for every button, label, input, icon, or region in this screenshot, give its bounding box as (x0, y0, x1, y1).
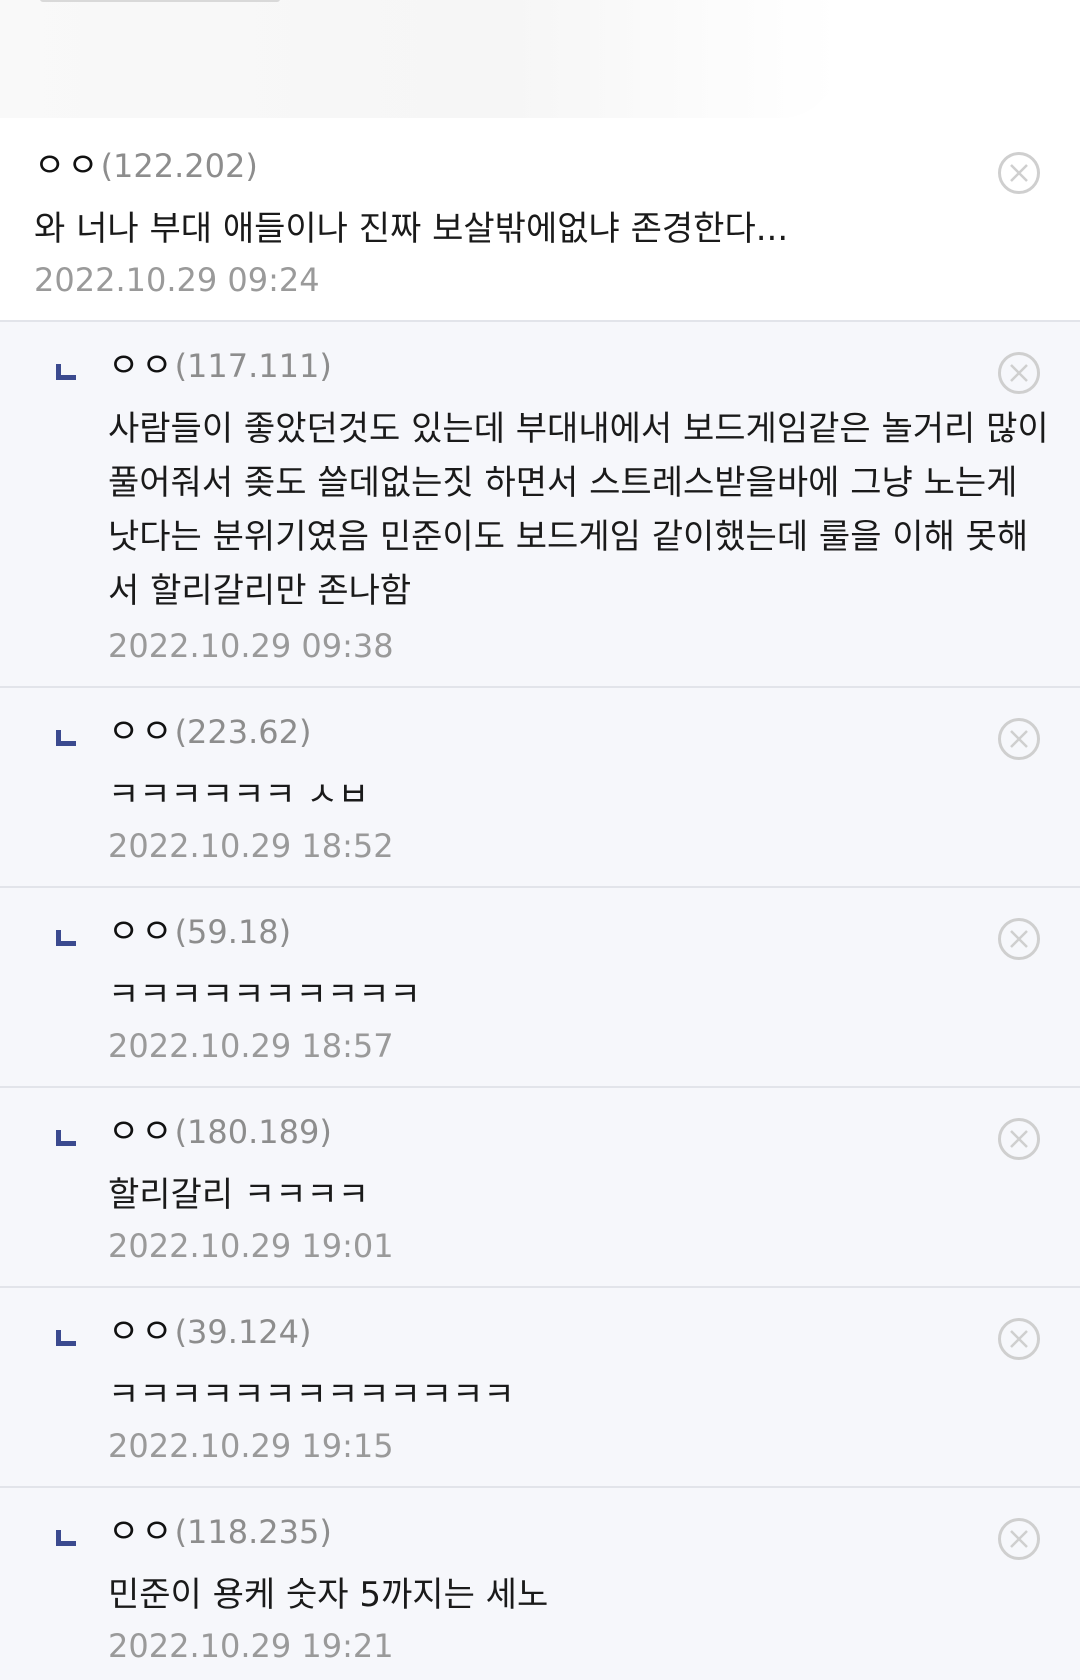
comment-text-line: ㅋㅋㅋㅋㅋㅋ ㅅㅂ (108, 775, 370, 815)
comment-ip: (122.202) (100, 147, 258, 185)
comment-header: ㅇㅇ(180.189) (108, 1112, 332, 1152)
reply-arrow-icon (56, 1530, 76, 1546)
delete-comment-button[interactable] (998, 152, 1040, 194)
comment-nickname[interactable]: ㅇㅇ (108, 346, 175, 386)
comment-text-line: 사람들이 좋았던것도 있는데 부대내에서 보드게임같은 놀거리 많이 (108, 409, 1049, 449)
comment-ip: (118.235) (174, 1513, 332, 1551)
comment-header: ㅇㅇ(39.124) (108, 1312, 312, 1352)
comment-text-line: 풀어줘서 좆도 쓸데없는짓 하면서 스트레스받을바에 그냥 노는게 (108, 463, 1018, 503)
comment-text: ㅋㅋㅋㅋㅋㅋㅋㅋㅋㅋㅋㅋㅋ (108, 1368, 515, 1422)
reply-item: ㅇㅇ(180.189) 할리갈리 ㅋㅋㅋㅋ 2022.10.29 19:01 (0, 1088, 1080, 1288)
reply-arrow-icon (56, 730, 76, 746)
comment-date: 2022.10.29 18:57 (108, 1027, 394, 1065)
comment-item: ㅇㅇ(122.202) 와 너나 부대 애들이나 진짜 보살밖에없냐 존경한다.… (0, 122, 1080, 322)
reply-item: ㅇㅇ(39.124) ㅋㅋㅋㅋㅋㅋㅋㅋㅋㅋㅋㅋㅋ 2022.10.29 19:1… (0, 1288, 1080, 1488)
comment-nickname[interactable]: ㅇㅇ (108, 1112, 175, 1152)
reply-item: ㅇㅇ(59.18) ㅋㅋㅋㅋㅋㅋㅋㅋㅋㅋ 2022.10.29 18:57 (0, 888, 1080, 1088)
comment-nickname[interactable]: ㅇㅇ (108, 912, 175, 952)
comment-text: ㅋㅋㅋㅋㅋㅋㅋㅋㅋㅋ (108, 968, 421, 1022)
comment-ip: (180.189) (174, 1113, 332, 1151)
reply-arrow-icon (56, 930, 76, 946)
comment-date: 2022.10.29 19:15 (108, 1427, 394, 1465)
comment-date: 2022.10.29 19:01 (108, 1227, 394, 1265)
previous-content-area (0, 0, 1080, 124)
comment-date: 2022.10.29 19:21 (108, 1627, 394, 1665)
comment-text-line: 민준이 용케 숫자 5까지는 세노 (108, 1575, 549, 1615)
comment-ip: (223.62) (174, 713, 312, 751)
comment-nickname[interactable]: ㅇㅇ (108, 712, 175, 752)
reply-arrow-icon (56, 1330, 76, 1346)
comment-header: ㅇㅇ(59.18) (108, 912, 291, 952)
delete-comment-button[interactable] (998, 1118, 1040, 1160)
close-icon (1010, 1530, 1028, 1548)
comment-text: 민준이 용케 숫자 5까지는 세노 (108, 1568, 548, 1622)
comment-ip: (39.124) (174, 1313, 312, 1351)
comment-ip: (117.111) (174, 347, 332, 385)
comment-text-line: 할리갈리 ㅋㅋㅋㅋ (108, 1175, 370, 1215)
comment-date: 2022.10.29 09:24 (34, 261, 320, 299)
close-icon (1010, 364, 1028, 382)
close-icon (1010, 164, 1028, 182)
cutoff-text-fragment (40, 0, 280, 2)
delete-comment-button[interactable] (998, 918, 1040, 960)
comment-header: ㅇㅇ(118.235) (108, 1512, 332, 1552)
comment-text-line: 서 할리갈리만 존나함 (108, 571, 412, 611)
comment-ip: (59.18) (174, 913, 292, 951)
comment-date: 2022.10.29 18:52 (108, 827, 394, 865)
comment-text-line: ㅋㅋㅋㅋㅋㅋㅋㅋㅋㅋㅋㅋㅋ (108, 1375, 515, 1415)
reply-item: ㅇㅇ(223.62) ㅋㅋㅋㅋㅋㅋ ㅅㅂ 2022.10.29 18:52 (0, 688, 1080, 888)
comment-text-line: 와 너나 부대 애들이나 진짜 보살밖에없냐 존경한다... (34, 209, 789, 249)
comment-nickname[interactable]: ㅇㅇ (108, 1512, 175, 1552)
comment-header: ㅇㅇ(122.202) (34, 146, 258, 186)
reply-item: ㅇㅇ(117.111) 사람들이 좋았던것도 있는데 부대내에서 보드게임같은 … (0, 322, 1080, 688)
reply-arrow-icon (56, 1130, 76, 1146)
close-icon (1010, 1330, 1028, 1348)
comment-header: ㅇㅇ(117.111) (108, 346, 332, 386)
reply-arrow-icon (56, 364, 76, 380)
comment-nickname[interactable]: ㅇㅇ (34, 146, 101, 186)
close-icon (1010, 1130, 1028, 1148)
comment-text: 와 너나 부대 애들이나 진짜 보살밖에없냐 존경한다... (34, 202, 788, 256)
comment-nickname[interactable]: ㅇㅇ (108, 1312, 175, 1352)
delete-comment-button[interactable] (998, 1518, 1040, 1560)
comment-text-line: 낫다는 분위기였음 민준이도 보드게임 같이했는데 룰을 이해 못해 (108, 517, 1029, 557)
comment-text: ㅋㅋㅋㅋㅋㅋ ㅅㅂ (108, 768, 369, 822)
close-icon (1010, 930, 1028, 948)
delete-comment-button[interactable] (998, 1318, 1040, 1360)
obscured-region (0, 0, 840, 118)
comment-text: 사람들이 좋았던것도 있는데 부대내에서 보드게임같은 놀거리 많이 풀어줘서 … (108, 402, 1049, 618)
close-icon (1010, 730, 1028, 748)
delete-comment-button[interactable] (998, 718, 1040, 760)
comment-header: ㅇㅇ(223.62) (108, 712, 312, 752)
reply-item: ㅇㅇ(118.235) 민준이 용케 숫자 5까지는 세노 2022.10.29… (0, 1488, 1080, 1680)
comment-text-line: ㅋㅋㅋㅋㅋㅋㅋㅋㅋㅋ (108, 975, 421, 1015)
delete-comment-button[interactable] (998, 352, 1040, 394)
comment-date: 2022.10.29 09:38 (108, 627, 394, 665)
comment-text: 할리갈리 ㅋㅋㅋㅋ (108, 1168, 369, 1222)
